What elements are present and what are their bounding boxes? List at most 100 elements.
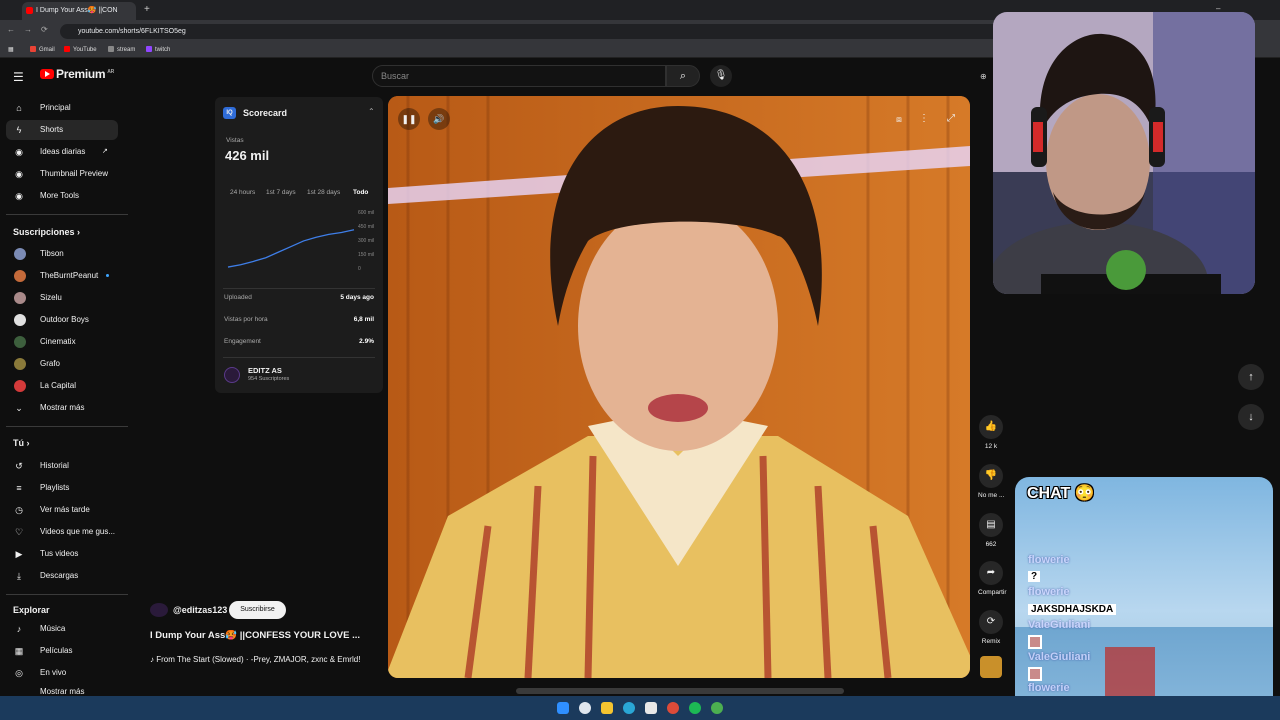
bookmark-twitch[interactable]: twitch [146, 46, 170, 53]
sidebar-item-movies[interactable]: ▦ Películas [6, 641, 118, 661]
sidebar-item-ideas[interactable]: ◉ Ideas diarias ↗ [6, 142, 118, 162]
playlists-icon: ≡ [16, 483, 22, 493]
chrome-alt-icon[interactable] [711, 702, 723, 714]
more-options-button[interactable]: ⋮ [914, 108, 934, 130]
sidebar-item-live[interactable]: ◎ En vivo [6, 663, 118, 683]
sidebar-item-tibson[interactable]: Tibson [6, 244, 118, 264]
bookmark-gmail[interactable]: Gmail [30, 46, 55, 53]
sidebar-item-historial[interactable]: ↺ Historial [6, 456, 118, 476]
chevron-up-icon[interactable]: ⌃ [368, 107, 375, 116]
chat-message: ? [1028, 570, 1041, 582]
divider [6, 426, 128, 427]
subscribe-button[interactable]: Suscribirse [229, 601, 286, 619]
chevron-right-icon: › [26, 438, 30, 448]
new-tab-icon[interactable]: + [144, 4, 150, 15]
video-music[interactable]: ♪ From The Start (Slowed) · -Prey, ZMAJO… [150, 655, 382, 664]
sidebar-item-music[interactable]: ♪ Música [6, 619, 118, 639]
create-icon[interactable]: ⊕ [980, 72, 987, 81]
channel-avatar[interactable] [150, 603, 168, 617]
bookmark-youtube[interactable]: YouTube [64, 46, 97, 53]
chat-message: JAKSDHAJSKDA [1028, 603, 1117, 615]
chat-emote [1028, 667, 1042, 681]
search-input[interactable]: Buscar [372, 65, 666, 87]
views-value: 426 mil [225, 148, 270, 163]
captions-button[interactable]: ⧈ [888, 108, 910, 130]
volume-button[interactable]: 🔊 [428, 108, 450, 130]
comments-button[interactable]: ▤ 662 [978, 513, 1004, 548]
sidebar-item-label: Thumbnail Preview [40, 169, 109, 178]
range-28d[interactable]: 1st 28 days [307, 189, 340, 196]
menu-icon[interactable]: ☰ [13, 70, 24, 84]
avatar [14, 380, 26, 392]
y-tick-label: 150 mil [358, 252, 374, 258]
dislike-button[interactable]: 👎 No me ... [978, 464, 1004, 499]
next-short-button[interactable]: ↓ [1238, 404, 1264, 430]
home-icon: ⌂ [16, 103, 22, 113]
you-header[interactable]: Tú › [13, 438, 30, 448]
spotify-icon[interactable] [689, 702, 701, 714]
channel-handle[interactable]: @editzas123 [173, 605, 227, 615]
youtube-premium-logo[interactable]: Premium AR [40, 67, 114, 81]
views-label: Vistas [226, 137, 244, 144]
search-taskbar-icon[interactable] [579, 702, 591, 714]
video-title[interactable]: I Dump Your Ass🥵 ||CONFESS YOUR LOVE ... [150, 630, 382, 641]
sidebar-item-more-tools[interactable]: ◉ More Tools [6, 186, 118, 206]
sidebar-item-sizelu[interactable]: Sizelu [6, 288, 118, 308]
webcam-feed [993, 12, 1255, 294]
downloads-icon: ⤓ [17, 571, 21, 581]
sidebar-item-your-videos[interactable]: ▶ Tus videos [6, 544, 118, 564]
remix-button[interactable]: ⟳ Remix [978, 610, 1004, 645]
music-icon: ♪ [16, 624, 22, 634]
like-button[interactable]: 👍 12 k [978, 415, 1004, 450]
sidebar-item-la-capital[interactable]: La Capital [6, 376, 118, 396]
range-7d[interactable]: 1st 7 days [266, 189, 296, 196]
sidebar-item-label: Videos que me gus... [40, 527, 116, 536]
y-tick-label: 600 mil [358, 210, 374, 216]
sidebar-item-grafo[interactable]: Grafo [6, 354, 118, 374]
shorts-video-player[interactable]: ❚❚ 🔊 ⧈ ⋮ ⤢ [388, 96, 970, 678]
external-link-icon: ↗ [102, 148, 108, 155]
chat-username: ValeGiuliani [1028, 651, 1091, 663]
stat-value: 5 days ago [340, 294, 374, 301]
chat-title: CHAT 😳 [1027, 485, 1095, 502]
subscriptions-header[interactable]: Suscripciones › [13, 227, 80, 237]
apps-icon[interactable]: ▦ [8, 46, 14, 53]
voice-search-button[interactable]: 🎙 [710, 65, 732, 87]
sidebar-item-thumbnail-preview[interactable]: ◉ Thumbnail Preview [6, 164, 118, 184]
section-title: Tú [13, 438, 24, 448]
sidebar-item-downloads[interactable]: ⤓ Descargas [6, 566, 118, 586]
avatar [14, 292, 26, 304]
sidebar-item-cinematix[interactable]: Cinematix [6, 332, 118, 352]
sidebar-item-shorts[interactable]: ϟ Shorts [6, 120, 118, 140]
chrome-icon[interactable] [667, 702, 679, 714]
sidebar-item-theburntpeanut[interactable]: TheBurntPeanut [6, 266, 118, 286]
browser-tab[interactable]: I Dump Your Ass🥵 ||CON [22, 2, 136, 20]
url-field[interactable]: youtube.com/shorts/6FLKITSO5eg [60, 24, 1000, 39]
range-24h[interactable]: 24 hours [230, 189, 255, 196]
pause-button[interactable]: ❚❚ [398, 108, 420, 130]
share-button[interactable]: ➦ Compartir [978, 561, 1007, 596]
fullscreen-button[interactable]: ⤢ [940, 108, 962, 130]
sidebar-item-principal[interactable]: ⌂ Principal [6, 98, 118, 118]
sidebar-item-liked-videos[interactable]: ♡ Videos que me gus... [6, 522, 118, 542]
sidebar-show-more[interactable]: ⌄ Mostrar más [6, 398, 118, 418]
sidebar-item-outdoor-boys[interactable]: Outdoor Boys [6, 310, 118, 330]
edge-icon[interactable] [623, 702, 635, 714]
avatar [14, 248, 26, 260]
scorecard-channel-name: EDITZ AS [248, 366, 282, 375]
tools-icon: ◉ [15, 191, 23, 201]
views-line-chart: 600 mil 450 mil 300 mil 150 mil 0 [227, 210, 374, 272]
sidebar-item-playlists[interactable]: ≡ Playlists [6, 478, 118, 498]
start-icon[interactable] [557, 702, 569, 714]
search-button[interactable]: ⌕ [666, 65, 700, 87]
store-icon[interactable] [645, 702, 657, 714]
sidebar-item-explore-more[interactable]: ⋯ Mostrar más [6, 685, 118, 695]
nav-arrows-icon[interactable]: ←→⟳ [7, 25, 57, 34]
range-all[interactable]: Todo [353, 189, 368, 196]
previous-short-button[interactable]: ↑ [1238, 364, 1264, 390]
sound-thumbnail[interactable] [980, 656, 1002, 678]
file-explorer-icon[interactable] [601, 702, 613, 714]
bookmark-stream[interactable]: stream [108, 46, 135, 53]
youtube-logo-icon [40, 69, 54, 79]
sidebar-item-watch-later[interactable]: ◷ Ver más tarde [6, 500, 118, 520]
